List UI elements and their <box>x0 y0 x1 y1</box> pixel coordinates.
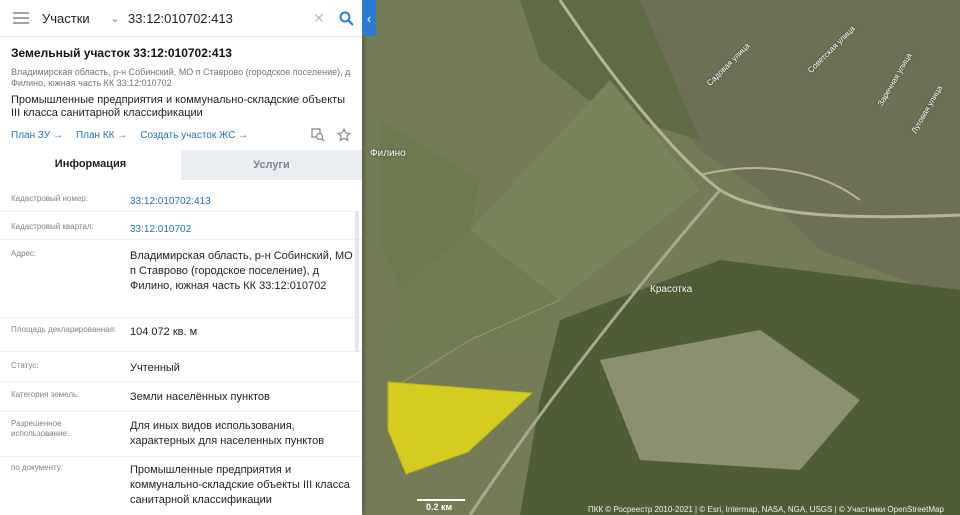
info-label: Площадь декларированная: <box>11 325 117 334</box>
plan-kk-link[interactable]: План КК → <box>76 130 127 141</box>
scrollbar[interactable] <box>355 212 359 352</box>
place-label-filino: Филино <box>370 148 406 159</box>
close-icon[interactable]: ✕ <box>308 10 330 27</box>
create-parcel-link[interactable]: Создать участок ЖС → <box>140 130 248 141</box>
info-value: Владимирская область, р-н Собинский, МО … <box>130 250 353 292</box>
chevron-down-icon[interactable]: ⌄ <box>102 12 128 25</box>
info-value[interactable]: 33:12:010702 <box>130 222 355 237</box>
info-label: Разрешенное использование: <box>11 419 70 438</box>
scale-bar <box>417 499 465 501</box>
info-label: Категория земель: <box>11 390 80 399</box>
chevron-left-icon: ‹ <box>366 10 372 26</box>
search-button[interactable] <box>330 11 362 26</box>
hamburger-icon[interactable] <box>0 12 42 24</box>
parcel-title: Земельный участок 33:12:010702:413 <box>11 46 232 60</box>
search-bar: Участки ⌄ ✕ <box>0 0 362 37</box>
parcel-address-small: Владимирская область, р-н Собинский, МО … <box>11 67 351 88</box>
star-icon[interactable] <box>337 128 351 142</box>
info-value: 104 072 кв. м <box>130 326 198 338</box>
info-label: Статус: <box>11 361 39 370</box>
search-icon <box>339 11 354 26</box>
zoom-to-icon[interactable] <box>311 128 325 142</box>
tab-information[interactable]: Информация <box>0 150 181 180</box>
info-label: по документу: <box>11 463 63 472</box>
info-value: Учтенный <box>130 362 180 374</box>
info-value[interactable]: 33:12:010702:413 <box>130 194 355 209</box>
parcel-info-panel: Участки ⌄ ✕ Земельный участок 33:12:0107… <box>0 0 362 515</box>
tab-bar: Информация Услуги <box>0 150 362 180</box>
info-value: Для иных видов использования, характерны… <box>130 420 325 447</box>
info-value: Промышленные предприятия и коммунально-с… <box>130 464 350 506</box>
tab-services[interactable]: Услуги <box>181 150 362 180</box>
collapse-panel-button[interactable]: ‹ <box>362 0 376 36</box>
place-label-krasotka: Красотка <box>650 284 693 295</box>
info-value: Земли населённых пунктов <box>130 391 270 403</box>
map-copyright: ПКК © Росреестр 2010-2021 | © Esri, Inte… <box>588 505 944 514</box>
search-input[interactable] <box>128 8 308 28</box>
info-label: Кадастровый номер: <box>11 194 88 203</box>
parcel-purpose: Промышленные предприятия и коммунально-с… <box>11 94 346 119</box>
plan-zu-link[interactable]: План ЗУ → <box>11 130 63 141</box>
info-label: Адрес: <box>11 249 37 258</box>
info-label: Кадастровый квартал: <box>11 222 94 231</box>
search-category[interactable]: Участки <box>42 11 102 26</box>
scale-label: 0.2 км <box>426 502 453 512</box>
